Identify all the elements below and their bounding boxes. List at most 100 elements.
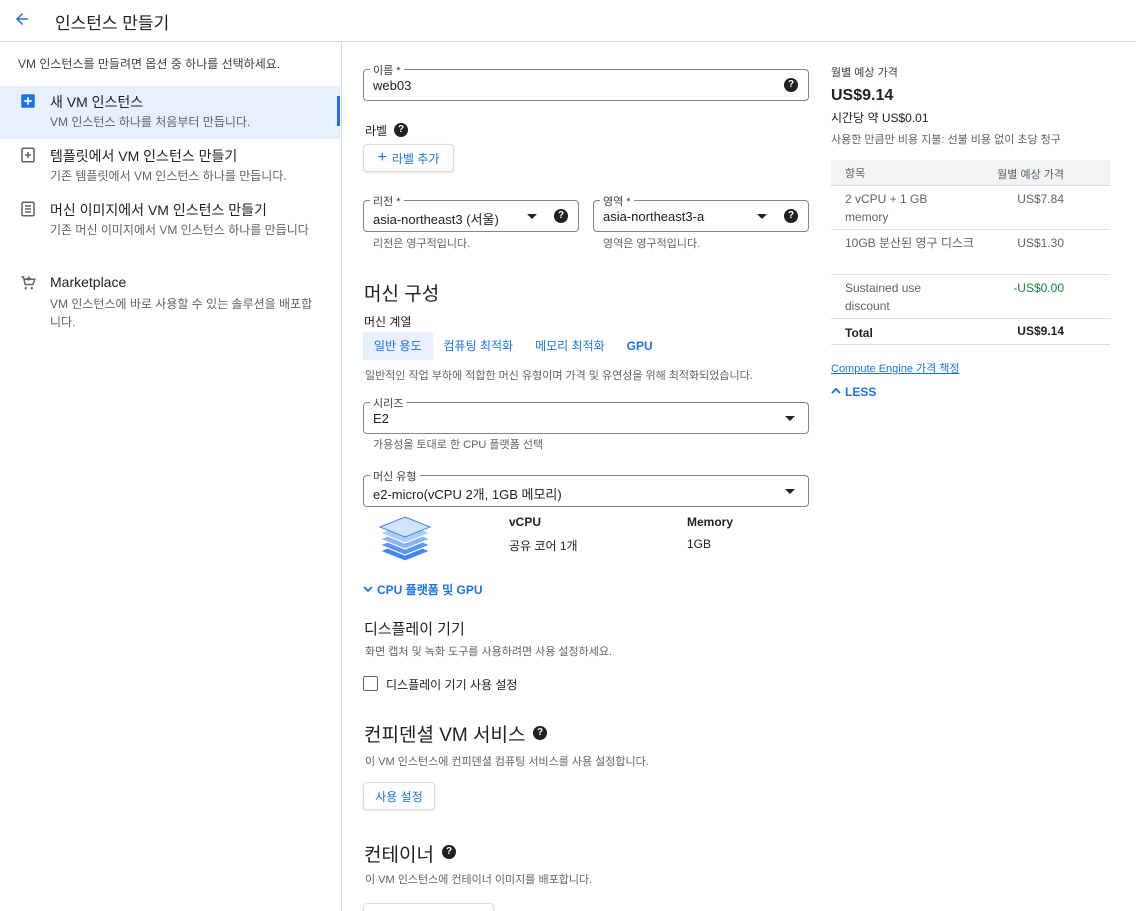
tab-compute-optimized[interactable]: 컴퓨팅 최적화: [433, 332, 525, 360]
series-label: 시리즈: [370, 395, 407, 411]
chevron-up-icon: [831, 385, 841, 399]
option-from-template[interactable]: 템플릿에서 VM 인스턴스 만들기 기존 템플릿에서 VM 인스턴스 하나를 만…: [0, 140, 340, 194]
labels-title: 라벨: [365, 124, 388, 138]
tab-general-purpose[interactable]: 일반 용도: [363, 332, 433, 360]
machine-image-icon: [19, 200, 39, 220]
table-row-total: Total US$9.14: [831, 319, 1110, 345]
name-label: 이름 *: [370, 62, 404, 78]
series-value: E2: [373, 411, 389, 426]
display-device-checkbox[interactable]: [363, 676, 378, 691]
machine-type-label: 머신 유형: [370, 468, 420, 484]
row-item: 2 vCPU + 1 GB memory: [845, 192, 928, 224]
display-device-checkbox-label: 디스플레이 기기 사용 설정: [386, 678, 518, 692]
series-hint: 가용성을 토대로 한 CPU 플랫폼 선택: [373, 439, 544, 451]
name-field[interactable]: 이름 * web03 ?: [363, 62, 809, 101]
pricing-title: 월별 예상 가격: [831, 67, 898, 79]
option-desc: VM 인스턴스 하나를 처음부터 만듭니다.: [50, 115, 251, 129]
series-select[interactable]: 시리즈 E2: [363, 395, 809, 434]
machine-stack-icon: [376, 511, 434, 569]
option-title: 새 VM 인스턴스: [50, 94, 144, 110]
add-box-icon: [19, 92, 39, 112]
confidential-vm-title: 컨피덴셜 VM 서비스: [364, 725, 526, 746]
region-value: asia-northeast3 (서울): [373, 212, 499, 227]
help-icon[interactable]: ?: [554, 209, 568, 223]
less-toggle[interactable]: LESS: [831, 385, 876, 399]
name-value[interactable]: web03: [373, 78, 411, 93]
deploy-container-button[interactable]: [363, 903, 494, 911]
add-label-button[interactable]: + 라벨 추가: [363, 144, 454, 172]
row-price: US$7.84: [1017, 192, 1064, 206]
col-header-item: 항목: [845, 168, 866, 180]
machine-family-label: 머신 계열: [364, 315, 412, 329]
chevron-down-icon: [757, 214, 767, 219]
row-price: US$1.30: [1017, 236, 1064, 250]
option-desc: 기존 템플릿에서 VM 인스턴스 하나를 만듭니다.: [50, 169, 287, 183]
chevron-down-icon: [785, 416, 795, 421]
hourly-price: 시간당 약 US$0.01: [831, 111, 929, 125]
container-title: 컨테이너: [364, 845, 434, 866]
row-item: Sustained use discount: [845, 281, 922, 313]
zone-value: asia-northeast3-a: [603, 209, 705, 224]
machine-type-select[interactable]: 머신 유형 e2-micro(vCPU 2개, 1GB 메모리): [363, 468, 809, 507]
zone-label: 영역 *: [600, 193, 634, 209]
table-row: 2 vCPU + 1 GB memory US$7.84: [831, 186, 1110, 230]
machine-family-hint: 일반적인 작업 부하에 적합한 머신 유형이며 가격 및 유연성을 위해 최적화…: [365, 370, 753, 382]
display-device-title: 디스플레이 기기: [364, 621, 465, 638]
chevron-down-icon: [527, 214, 537, 219]
confidential-enable-button[interactable]: 사용 설정: [363, 782, 435, 810]
memory-header: Memory: [687, 515, 734, 529]
help-icon[interactable]: ?: [784, 209, 798, 223]
cpu-gpu-toggle[interactable]: CPU 플랫폼 및 GPU: [363, 581, 483, 598]
row-item: 10GB 분산된 영구 디스크: [845, 236, 975, 250]
cpu-gpu-toggle-text: CPU 플랫폼 및 GPU: [377, 583, 483, 597]
option-title: 템플릿에서 VM 인스턴스 만들기: [50, 148, 238, 164]
pricing-link[interactable]: Compute Engine 가격 책정: [831, 360, 960, 376]
pricing-table: 항목 월별 예상 가격 2 vCPU + 1 GB memory US$7.84…: [831, 160, 1110, 345]
less-text: LESS: [845, 385, 877, 399]
top-bar: 인스턴스 만들기: [0, 0, 1136, 42]
row-item: Total: [845, 326, 873, 340]
table-row: 10GB 분산된 영구 디스크 US$1.30: [831, 230, 1110, 275]
template-icon: [19, 146, 39, 166]
option-desc: VM 인스턴스에 바로 사용할 수 있는 솔루션을 배포합니다.: [50, 297, 313, 329]
machine-family-tabs: 일반 용도 컴퓨팅 최적화 메모리 최적화 GPU: [363, 332, 664, 360]
col-header-price: 월별 예상 가격: [997, 169, 1064, 181]
option-title: Marketplace: [50, 274, 127, 290]
option-new-vm[interactable]: 새 VM 인스턴스 VM 인스턴스 하나를 처음부터 만듭니다.: [0, 86, 340, 139]
option-desc: 기존 머신 이미지에서 VM 인스턴스 하나를 만듭니다: [50, 223, 309, 237]
region-label: 리전 *: [370, 193, 404, 209]
monthly-price: US$9.14: [831, 87, 894, 104]
option-title: 머신 이미지에서 VM 인스턴스 만들기: [50, 202, 267, 218]
pricing-note: 사용한 만큼만 비용 지불: 선불 비용 없이 초당 청구: [831, 134, 1061, 146]
display-device-hint: 화면 캡처 및 녹화 도구를 사용하려면 사용 설정하세요.: [365, 646, 613, 658]
region-hint: 리전은 영구적입니다.: [373, 238, 471, 250]
help-icon[interactable]: ?: [442, 845, 456, 859]
memory-value: 1GB: [687, 537, 712, 551]
vcpu-header: vCPU: [509, 515, 542, 529]
zone-select[interactable]: 영역 * asia-northeast3-a ?: [593, 193, 809, 232]
chevron-down-icon: [785, 489, 795, 494]
row-price: US$9.14: [1017, 324, 1064, 338]
option-marketplace[interactable]: Marketplace VM 인스턴스에 바로 사용할 수 있는 솔루션을 배포…: [0, 268, 340, 332]
add-label-text: 라벨 추가: [391, 151, 440, 166]
row-price-discount: -US$0.00: [1013, 281, 1064, 295]
options-intro: VM 인스턴스를 만들려면 옵션 중 하나를 선택하세요.: [18, 57, 281, 71]
option-from-machine-image[interactable]: 머신 이미지에서 VM 인스턴스 만들기 기존 머신 이미지에서 VM 인스턴스…: [0, 194, 340, 254]
zone-hint: 영역은 영구적입니다.: [603, 238, 701, 250]
tab-gpu[interactable]: GPU: [616, 332, 664, 360]
help-icon[interactable]: ?: [533, 726, 547, 740]
vcpu-value: 공유 코어 1개: [509, 539, 578, 553]
help-icon[interactable]: ?: [394, 123, 408, 137]
active-indicator: [337, 96, 340, 126]
table-row: Sustained use discount -US$0.00: [831, 275, 1110, 319]
creation-options-panel: VM 인스턴스를 만들려면 옵션 중 하나를 선택하세요. 새 VM 인스턴스 …: [0, 42, 342, 911]
tab-memory-optimized[interactable]: 메모리 최적화: [524, 332, 616, 360]
container-hint: 이 VM 인스턴스에 컨테이너 이미지를 배포합니다.: [365, 874, 593, 886]
back-arrow-icon[interactable]: [12, 9, 32, 29]
confidential-vm-hint: 이 VM 인스턴스에 컨피덴셜 컴퓨팅 서비스를 사용 설정합니다.: [365, 756, 649, 768]
region-select[interactable]: 리전 * asia-northeast3 (서울) ?: [363, 193, 579, 232]
machine-config-title: 머신 구성: [364, 284, 440, 305]
help-icon[interactable]: ?: [784, 78, 798, 92]
machine-type-value: e2-micro(vCPU 2개, 1GB 메모리): [373, 487, 562, 502]
marketplace-cart-icon: [19, 274, 39, 294]
